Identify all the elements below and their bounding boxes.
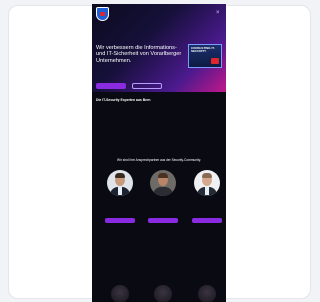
team-member-card xyxy=(191,170,223,232)
about-title: Die IT-Security Experten aus Bern xyxy=(96,98,151,102)
hero-headline: Wir verbessern die Informations- und IT-… xyxy=(96,45,182,64)
product-title: CONSULTING IT-SECURITY xyxy=(191,46,215,54)
faded-avatar xyxy=(154,285,172,302)
hero-primary-button[interactable] xyxy=(96,83,126,89)
team-member-button[interactable] xyxy=(192,218,222,223)
team-member-card xyxy=(104,170,136,232)
faded-avatar xyxy=(111,285,129,302)
avatar xyxy=(194,170,220,196)
team-member-card xyxy=(147,170,179,232)
menu-icon[interactable]: × xyxy=(216,10,222,16)
about-text xyxy=(96,105,220,151)
mobile-page-preview: × Wir verbessern die Informations- und I… xyxy=(92,4,226,302)
avatar xyxy=(107,170,133,196)
avatar xyxy=(150,170,176,196)
hero-secondary-button[interactable] xyxy=(132,83,162,89)
faded-avatar xyxy=(198,285,216,302)
shield-logo-icon[interactable] xyxy=(96,7,109,21)
product-box-image: CONSULTING IT-SECURITY xyxy=(188,44,222,68)
hero-section: × Wir verbessern die Informations- und I… xyxy=(92,4,226,92)
team-member-button[interactable] xyxy=(105,218,135,223)
team-heading: Wir sind Ihre Ansprechpartner aus der Se… xyxy=(117,158,201,162)
product-badge-icon xyxy=(211,58,219,64)
team-member-button[interactable] xyxy=(148,218,178,223)
